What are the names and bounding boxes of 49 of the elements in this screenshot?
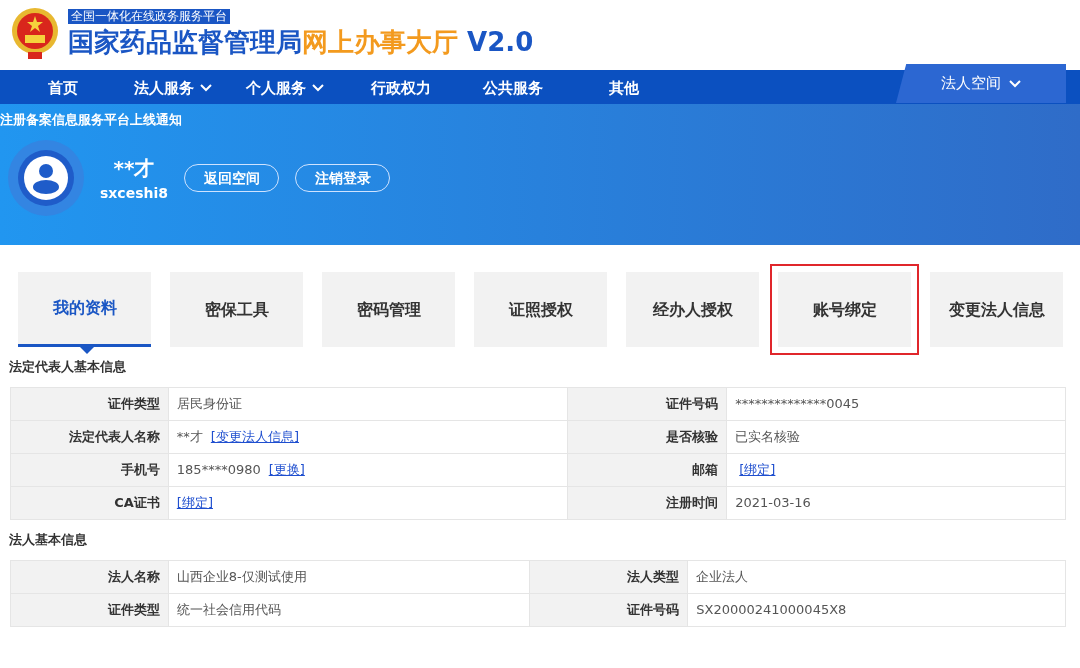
user-account: sxceshi8 xyxy=(100,183,168,203)
text-link[interactable]: [变更法人信息] xyxy=(210,429,299,445)
field-value: **************0045 xyxy=(735,396,860,412)
field-label: 是否核验 xyxy=(567,420,727,454)
field-label: 证件类型 xyxy=(10,593,169,627)
nav-item[interactable]: 行政权力 xyxy=(371,77,431,100)
field-value: 企业法人 xyxy=(696,569,749,585)
avatar-icon xyxy=(8,140,84,216)
field-label: 法人类型 xyxy=(529,560,688,594)
field-value: 185****0980 xyxy=(176,462,261,478)
text-link[interactable]: [更换] xyxy=(268,462,305,478)
nav-item[interactable]: 个人服务 xyxy=(246,77,324,100)
space-menu-button[interactable]: 法人空间 xyxy=(896,64,1066,103)
tab-pointer-icon xyxy=(80,347,94,354)
tab[interactable]: 我的资料 xyxy=(18,272,151,347)
section-title: 法定代表人基本信息 xyxy=(8,358,127,376)
field-value: 居民身份证 xyxy=(176,396,242,412)
tab[interactable]: 证照授权 xyxy=(474,272,607,347)
field-value: SX20000241000045X8 xyxy=(696,602,847,618)
field-value: **才 xyxy=(176,429,203,445)
tab[interactable]: 变更法人信息 xyxy=(930,272,1063,347)
field-label: 证件号码 xyxy=(529,593,688,627)
field-label: 法人名称 xyxy=(10,560,169,594)
field-label: 证件号码 xyxy=(567,387,727,421)
field-value: 统一社会信用代码 xyxy=(176,602,281,618)
field-label: 法定代表人名称 xyxy=(10,420,169,454)
field-value: 山西企业8-仅测试使用 xyxy=(176,569,307,585)
text-link[interactable]: [绑定] xyxy=(739,462,776,478)
user-name: **才 xyxy=(112,154,156,182)
tab[interactable]: 账号绑定 xyxy=(778,272,911,347)
field-label: 证件类型 xyxy=(10,387,169,421)
field-label: 手机号 xyxy=(10,453,169,487)
tab[interactable]: 密保工具 xyxy=(170,272,303,347)
nav-item[interactable]: 法人服务 xyxy=(134,77,212,100)
field-value: 已实名核验 xyxy=(735,429,801,445)
site-title: 国家药品监督管理局网上办事大厅 V2.0 xyxy=(68,25,534,58)
field-label: 注册时间 xyxy=(567,486,727,520)
nav-item[interactable]: 其他 xyxy=(609,77,639,100)
emblem-icon xyxy=(10,6,60,60)
section-title: 法人基本信息 xyxy=(8,531,88,549)
tab[interactable]: 经办人授权 xyxy=(626,272,759,347)
nav-item[interactable]: 公共服务 xyxy=(483,77,543,100)
text-link[interactable]: [绑定] xyxy=(176,495,213,511)
field-value: 2021-03-16 xyxy=(735,495,811,511)
platform-badge: 全国一体化在线政务服务平台 xyxy=(68,9,230,24)
tab[interactable]: 密码管理 xyxy=(322,272,455,347)
nav-item[interactable]: 首页 xyxy=(48,77,78,100)
field-label: 邮箱 xyxy=(567,453,727,487)
field-label: CA证书 xyxy=(10,486,169,520)
